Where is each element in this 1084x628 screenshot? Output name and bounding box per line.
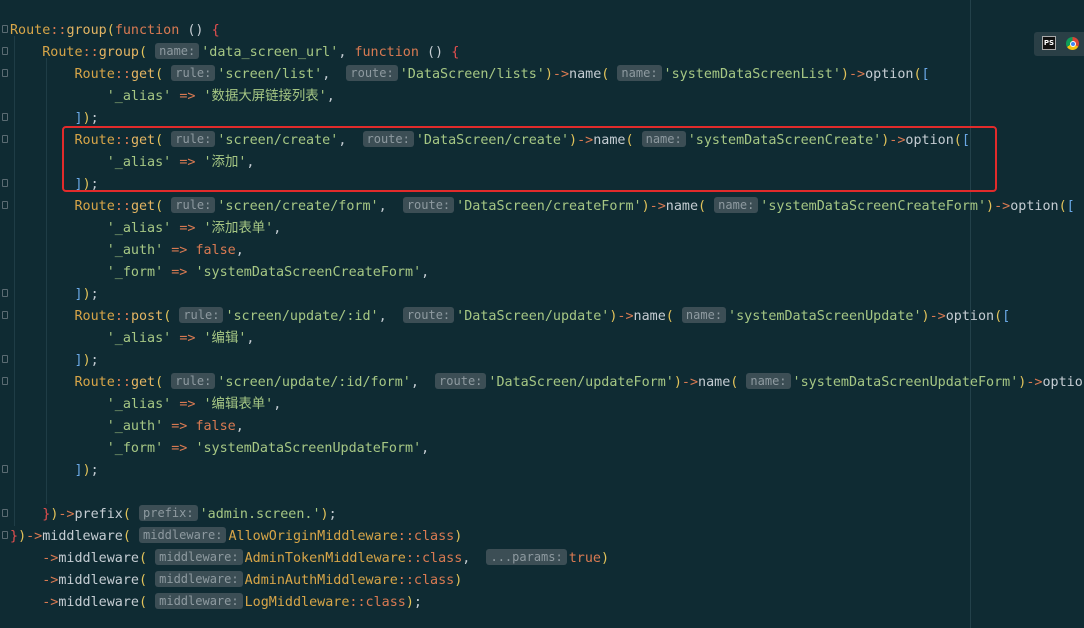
code-line: ]); — [74, 463, 99, 478]
fold-marker[interactable] — [2, 113, 8, 121]
param-hint: rule: — [171, 197, 216, 213]
code-line: '_alias' => '添加表单', — [106, 221, 282, 236]
param-hint: name: — [746, 373, 791, 389]
code-line: })->middleware( middleware: AllowOriginMi… — [10, 527, 463, 544]
param-hint: route: — [402, 197, 455, 213]
code-line: '_alias' => '编辑表单', — [106, 397, 282, 412]
code-line: Route::get( rule:'screen/list', route: 'D… — [74, 65, 930, 82]
code-line: '_form' => 'systemDataScreenCreateForm', — [106, 265, 430, 280]
code-line: Route::get( rule:'screen/create/form', r… — [74, 197, 1075, 214]
param-hint: rule: — [179, 307, 224, 323]
highlight-annotation-box — [62, 126, 997, 192]
code-line: Route::group(function () { — [10, 23, 220, 38]
fold-marker[interactable] — [2, 465, 8, 473]
fold-marker[interactable] — [2, 377, 8, 385]
code-line: ]); — [74, 287, 99, 302]
fold-marker[interactable] — [2, 179, 8, 187]
param-hint: route: — [435, 373, 487, 389]
code-line: '_alias' => '数据大屏链接列表', — [106, 89, 335, 104]
fold-marker[interactable] — [2, 201, 8, 209]
fold-marker[interactable] — [2, 135, 8, 143]
chrome-icon[interactable] — [1066, 37, 1079, 50]
code-line: '_auth' => false, — [106, 243, 244, 258]
code-line: Route::post( rule:'screen/update/:id', r… — [74, 307, 1011, 324]
fold-gutter — [0, 0, 10, 628]
fold-marker[interactable] — [2, 355, 8, 363]
fold-marker[interactable] — [2, 69, 8, 77]
param-hint: name: — [617, 65, 662, 81]
browser-preview-icons: PS — [1034, 32, 1084, 56]
param-hint: rule: — [171, 65, 216, 81]
code-line: ->middleware( middleware: AdminAuthMiddle… — [42, 571, 463, 588]
param-hint: ...params: — [486, 549, 567, 565]
code-line: ]); — [74, 353, 99, 368]
code-line: '_auth' => false, — [106, 419, 244, 434]
param-hint: name: — [714, 197, 759, 213]
param-hint: middleware: — [155, 549, 243, 565]
code-line: ->middleware( middleware: LogMiddleware::… — [42, 593, 422, 610]
code-line: })->prefix( prefix:'admin.screen.'); — [42, 505, 337, 522]
param-hint: name: — [681, 307, 727, 323]
fold-marker[interactable] — [2, 25, 8, 33]
param-hint: middleware: — [155, 571, 243, 587]
param-hint: rule: — [171, 373, 216, 389]
param-hint: middleware: — [155, 593, 243, 609]
fold-marker[interactable] — [2, 311, 8, 319]
param-hint: route: — [346, 65, 398, 81]
param-hint: middleware: — [139, 527, 227, 543]
param-hint: name: — [155, 43, 200, 59]
phpstorm-icon[interactable]: PS — [1042, 36, 1056, 50]
code-line: '_form' => 'systemDataScreenUpdateForm', — [106, 441, 430, 456]
code-line: '_alias' => '编辑', — [106, 331, 255, 346]
code-line: Route::group( name:'data_screen_url', fu… — [42, 43, 460, 60]
fold-marker[interactable] — [2, 509, 8, 517]
fold-marker[interactable] — [2, 531, 8, 539]
param-hint: route: — [402, 307, 455, 323]
fold-marker[interactable] — [2, 289, 8, 297]
param-hint: prefix: — [139, 505, 198, 521]
code-editor[interactable]: Route::group(function () { Route::group(… — [0, 0, 1084, 628]
code-line: Route::get( rule:'screen/update/:id/form… — [74, 373, 1084, 390]
code-line: ->middleware( middleware: AdminTokenMiddl… — [42, 549, 610, 566]
fold-marker[interactable] — [2, 47, 8, 55]
